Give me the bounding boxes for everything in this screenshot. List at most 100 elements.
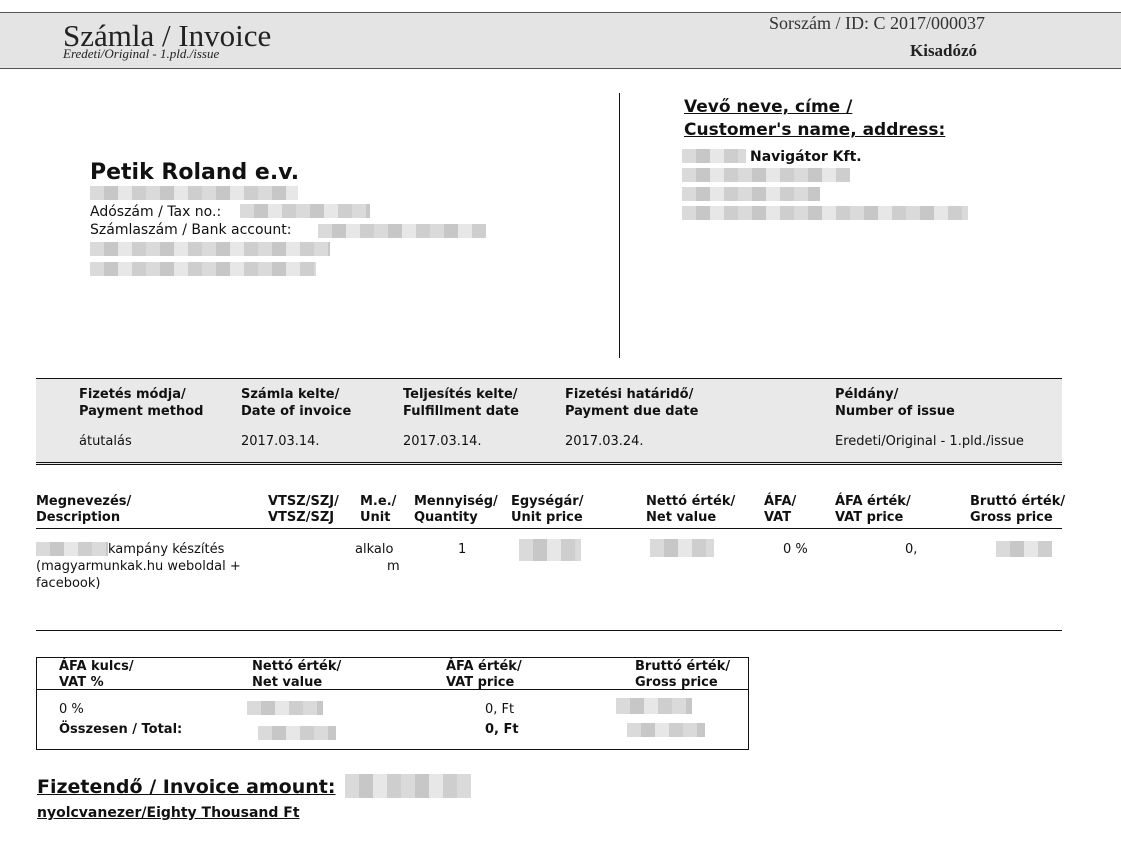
- col-header-vat: ÁFA/ VAT: [764, 494, 796, 526]
- invoice-date-label: Számla kelte/ Date of invoice: [241, 386, 351, 420]
- col-header-quantity: Mennyiség/ Quantity: [414, 494, 498, 526]
- redacted-customer-line: [682, 206, 968, 220]
- col-header-description: Megnevezés/ Description: [36, 494, 131, 526]
- item-description-line3: facebook): [36, 576, 101, 591]
- item-description-line1: kampány készítés: [108, 542, 225, 557]
- redacted-gross-price: [996, 541, 1052, 557]
- header-line: Nettó érték/: [646, 494, 736, 509]
- invoice-amount-label: Fizetendő / Invoice amount:: [37, 776, 336, 798]
- item-unit-line1: alkalo: [355, 542, 394, 557]
- header-line: Unit price: [511, 510, 583, 525]
- items-bottom-rule: [36, 630, 1062, 631]
- seller-bank-label: Számlaszám / Bank account:: [90, 222, 292, 238]
- header-line: VAT: [764, 510, 792, 525]
- payment-method-value: átutalás: [79, 434, 132, 449]
- seller-tax-label: Adószám / Tax no.:: [90, 204, 222, 220]
- label-line: Number of issue: [835, 404, 955, 419]
- invoice-date-value: 2017.03.14.: [241, 434, 320, 449]
- redacted-invoice-amount: [345, 774, 471, 798]
- header-line: VTSZ/SZJ: [268, 510, 335, 525]
- fulfillment-date-label: Teljesítés kelte/ Fulfillment date: [403, 386, 519, 420]
- header-line: Net value: [646, 510, 717, 525]
- redacted-customer-prefix: [682, 149, 746, 163]
- header-line: Unit: [360, 510, 391, 525]
- header-line: Description: [36, 510, 121, 525]
- label-line: Date of invoice: [241, 404, 352, 419]
- label-line: Fizetés módja/: [79, 387, 186, 402]
- redacted-net-value: [650, 539, 714, 557]
- redacted-total-net-value: [258, 726, 336, 740]
- item-description-line2: (magyarmunkak.hu weboldal +: [36, 559, 241, 574]
- redacted-seller-address: [90, 186, 298, 200]
- vat-total-label: Összesen / Total:: [59, 722, 183, 737]
- redacted-seller-line: [90, 262, 316, 276]
- customer-heading: Vevő neve, címe / Customer's name, addre…: [684, 96, 945, 142]
- header-line: Bruttó érték/: [970, 494, 1066, 509]
- vertical-divider: [619, 93, 620, 358]
- header-line: ÁFA/: [764, 494, 797, 509]
- header-line: M.e./: [360, 494, 397, 509]
- redacted-customer-line: [682, 187, 820, 201]
- col-header-gross-price: Bruttó érték/ Gross price: [970, 494, 1065, 526]
- redacted-vat-net-value: [247, 701, 323, 715]
- customer-heading-line1: Vevő neve, címe /: [684, 97, 853, 117]
- col-header-net-value: Nettó érték/ Net value: [646, 494, 735, 526]
- vat-header-rate: ÁFA kulcs/ VAT %: [59, 659, 134, 691]
- header-line: Bruttó érték/: [635, 659, 731, 674]
- redacted-seller-line: [90, 242, 330, 256]
- issue-label: Példány/ Number of issue: [835, 386, 955, 420]
- tax-status: Kisadózó: [910, 41, 978, 60]
- seller-name: Petik Roland e.v.: [90, 160, 300, 185]
- header-line: ÁFA érték/: [446, 659, 522, 674]
- vat-rate-vat-price: 0, Ft: [485, 702, 515, 717]
- payment-method-label: Fizetés módja/ Payment method: [79, 386, 203, 420]
- invoice-amount-words: nyolcvanezer/Eighty Thousand Ft: [37, 805, 300, 821]
- vat-header-rule: [36, 689, 749, 690]
- label-line: Számla kelte/: [241, 387, 340, 402]
- item-vat: 0 %: [783, 542, 808, 557]
- item-unit-line2: m: [387, 559, 400, 574]
- redacted-bank-account: [318, 224, 486, 238]
- header-line: Mennyiség/: [414, 494, 498, 509]
- customer-heading-line2: Customer's name, address:: [684, 120, 946, 140]
- item-vat-price: 0,: [905, 542, 918, 557]
- redacted-tax-number: [240, 204, 370, 218]
- header-line: ÁFA érték/: [835, 494, 911, 509]
- header-line: Gross price: [970, 510, 1053, 525]
- header-line: ÁFA kulcs/: [59, 659, 134, 674]
- vat-rate-value: 0 %: [59, 702, 84, 717]
- label-line: Példány/: [835, 387, 899, 402]
- col-header-vat-price: ÁFA érték/ VAT price: [835, 494, 911, 526]
- col-header-unit: M.e./ Unit: [360, 494, 396, 526]
- invoice-id: Sorszám / ID: C 2017/000037: [769, 13, 985, 33]
- item-quantity: 1: [458, 542, 467, 557]
- col-header-unit-price: Egységár/ Unit price: [511, 494, 583, 526]
- header-line: VAT price: [835, 510, 904, 525]
- due-date-value: 2017.03.24.: [565, 434, 644, 449]
- header-line: VTSZ/SZJ/: [268, 494, 339, 509]
- label-line: Teljesítés kelte/: [403, 387, 518, 402]
- vat-header-net-value: Nettó érték/ Net value: [252, 659, 341, 691]
- invoice-subtitle: Eredeti/Original - 1.pld./issue: [63, 46, 220, 61]
- header-line: Egységár/: [511, 494, 584, 509]
- vat-header-gross-price: Bruttó érték/ Gross price: [635, 659, 730, 691]
- header-line: Megnevezés/: [36, 494, 132, 509]
- header-line: Nettó érték/: [252, 659, 342, 674]
- redacted-total-gross-price: [627, 723, 705, 737]
- vat-total-vat-price: 0, Ft: [485, 722, 519, 737]
- redacted-description-prefix: [36, 542, 108, 556]
- label-line: Payment method: [79, 404, 204, 419]
- redacted-vat-gross-price: [616, 698, 692, 714]
- vat-header-vat-price: ÁFA érték/ VAT price: [446, 659, 522, 691]
- due-date-label: Fizetési határidő/ Payment due date: [565, 386, 698, 420]
- issue-value: Eredeti/Original - 1.pld./issue: [835, 434, 1024, 449]
- fulfillment-date-value: 2017.03.14.: [403, 434, 482, 449]
- label-line: Fizetési határidő/: [565, 387, 694, 402]
- customer-name: Navigátor Kft.: [750, 149, 862, 165]
- redacted-customer-line: [682, 168, 850, 182]
- col-header-vtsz: VTSZ/SZJ/ VTSZ/SZJ: [268, 494, 339, 526]
- label-line: Fulfillment date: [403, 404, 519, 419]
- items-header-rule: [36, 528, 1062, 529]
- label-line: Payment due date: [565, 404, 699, 419]
- redacted-unit-price: [519, 539, 581, 561]
